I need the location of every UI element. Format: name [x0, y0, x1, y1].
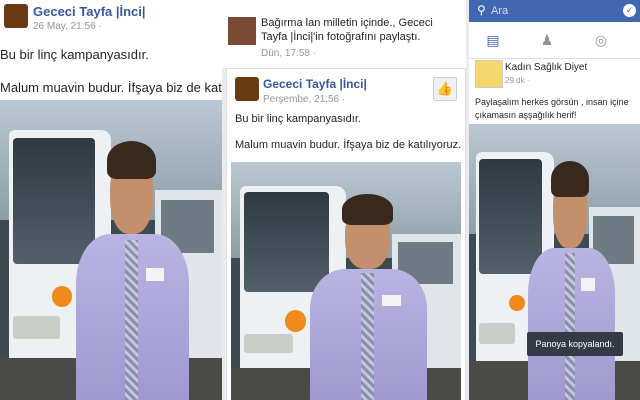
shared-post-card: Gececi Tayfa |İnci| Perşembe, 21:56 · 👍 …: [226, 68, 466, 400]
page-avatar[interactable]: [475, 60, 503, 88]
search-icon[interactable]: ⚲: [477, 3, 486, 17]
post-left-panel: Gececi Tayfa |İnci| 26 May, 21:56 · Bu b…: [0, 0, 222, 400]
post-text: Paylaşalım herkes görsün , insan içine ç…: [475, 97, 629, 120]
author-name[interactable]: Kadın Sağlık Diyet: [505, 62, 587, 73]
news-feed-icon[interactable]: ▤: [483, 30, 503, 50]
globe-icon[interactable]: ◎: [591, 30, 611, 50]
author-avatar[interactable]: [235, 77, 259, 101]
post-date[interactable]: 29 dk ·: [505, 76, 529, 85]
share-text[interactable]: Bağırma lan milletin içinde., Gececi Tay…: [261, 16, 461, 44]
post-date[interactable]: Perşembe, 21:56 ·: [263, 94, 345, 105]
post-photo[interactable]: [231, 162, 461, 400]
post-photo[interactable]: [469, 124, 640, 400]
author-avatar[interactable]: [4, 4, 28, 28]
post-text-line-2: Malum muavin budur. İfşaya biz de katılı…: [235, 139, 462, 151]
search-input[interactable]: [491, 3, 611, 18]
sharer-avatar[interactable]: [228, 17, 256, 45]
share-date[interactable]: Dün, 17:58 ·: [261, 48, 316, 59]
post-photo[interactable]: [0, 100, 222, 400]
thumbs-up-icon[interactable]: 👍: [433, 77, 457, 101]
post-right-panel: ⚲ ✓ ▤ ♟ ◎ Kadın Sağlık Diyet 29 dk · Pay…: [469, 0, 640, 400]
post-text-line-1: Bu bir linç kampanyasıdır.: [0, 47, 149, 62]
top-bar: ⚲ ✓: [469, 0, 640, 22]
post-middle-panel: Bağırma lan milletin içinde., Gececi Tay…: [222, 0, 466, 400]
share-header: Bağırma lan milletin içinde., Gececi Tay…: [222, 0, 466, 68]
post-date[interactable]: 26 May, 21:56 ·: [33, 21, 102, 32]
toast-message: Panoya kopyalandı.: [527, 332, 623, 356]
post-text-line-1: Bu bir linç kampanyasıdır.: [235, 113, 361, 125]
friends-icon[interactable]: ♟: [537, 30, 557, 50]
nav-bar: ▤ ♟ ◎: [469, 22, 640, 59]
post-text-line-2: Malum muavin budur. İfşaya biz de katılı…: [0, 80, 222, 95]
author-name[interactable]: Gececi Tayfa |İnci|: [263, 77, 367, 91]
author-name[interactable]: Gececi Tayfa |İnci|: [33, 4, 146, 19]
messenger-icon[interactable]: ✓: [623, 4, 636, 17]
